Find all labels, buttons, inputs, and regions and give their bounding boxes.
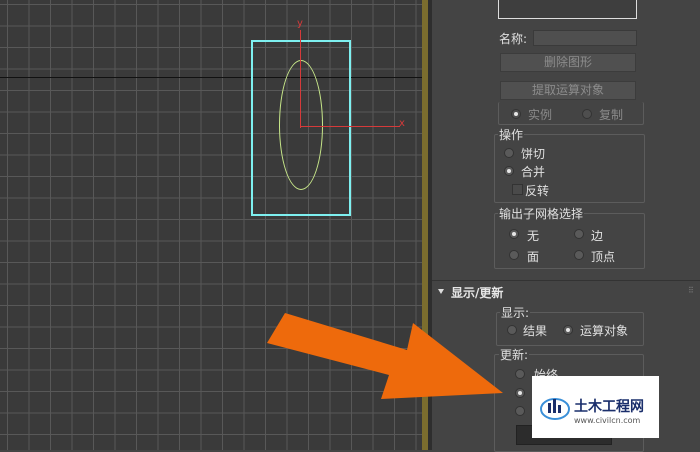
radio-merge[interactable] xyxy=(504,166,514,176)
radio-output-none-label: 无 xyxy=(527,229,540,243)
extract-operand-button[interactable]: 提取运算对象 xyxy=(500,81,636,100)
radio-output-vertex-label: 顶点 xyxy=(591,250,616,264)
rollout-separator xyxy=(432,280,700,281)
name-field[interactable] xyxy=(533,30,637,46)
operation-group-title: 操作 xyxy=(498,126,525,143)
radio-copy[interactable] xyxy=(582,109,592,119)
rollout-collapse-icon[interactable] xyxy=(438,289,444,294)
output-selection-title: 输出子网格选择 xyxy=(498,205,585,222)
gizmo-x-axis[interactable] xyxy=(300,126,400,127)
radio-display-result-label: 结果 xyxy=(523,324,548,338)
watermark-title: 土木工程网 xyxy=(574,399,644,415)
operand-preview-box xyxy=(498,0,637,19)
delete-shape-button[interactable]: 删除图形 xyxy=(500,53,636,72)
radio-instance[interactable] xyxy=(511,109,521,119)
viewport-horizon-line xyxy=(0,77,428,78)
radio-update-other[interactable] xyxy=(515,406,525,416)
rollout-grip-icon[interactable]: ⠿ xyxy=(688,286,694,295)
checkbox-invert-label: 反转 xyxy=(525,184,550,198)
radio-display-operands-label: 运算对象 xyxy=(580,324,629,338)
checkbox-invert[interactable] xyxy=(512,184,523,195)
radio-output-vertex[interactable] xyxy=(574,250,584,260)
name-label: 名称: xyxy=(499,32,528,46)
gizmo-y-axis[interactable] xyxy=(300,30,301,128)
radio-output-edge[interactable] xyxy=(574,229,584,239)
rollout-display-update-title[interactable]: 显示/更新 xyxy=(451,284,503,301)
watermark-logo-icon xyxy=(540,398,570,420)
ellipse-shape[interactable] xyxy=(279,60,323,190)
radio-output-none[interactable] xyxy=(509,229,519,239)
radio-output-face[interactable] xyxy=(509,250,519,260)
watermark: 土木工程网 www.civilcn.com xyxy=(532,376,659,438)
watermark-url: www.civilcn.com xyxy=(574,416,641,425)
radio-imprint-label: 饼切 xyxy=(521,147,546,161)
radio-display-operands[interactable] xyxy=(563,325,573,335)
gizmo-x-label: x xyxy=(399,118,405,129)
gizmo-y-label: y xyxy=(297,18,303,29)
radio-copy-label: 复制 xyxy=(599,108,624,122)
radio-merge-label: 合并 xyxy=(521,165,546,179)
radio-output-edge-label: 边 xyxy=(591,229,604,243)
annotation-arrow-icon xyxy=(267,313,503,399)
radio-output-face-label: 面 xyxy=(527,250,540,264)
radio-imprint[interactable] xyxy=(504,148,514,158)
radio-instance-label: 实例 xyxy=(528,108,553,122)
